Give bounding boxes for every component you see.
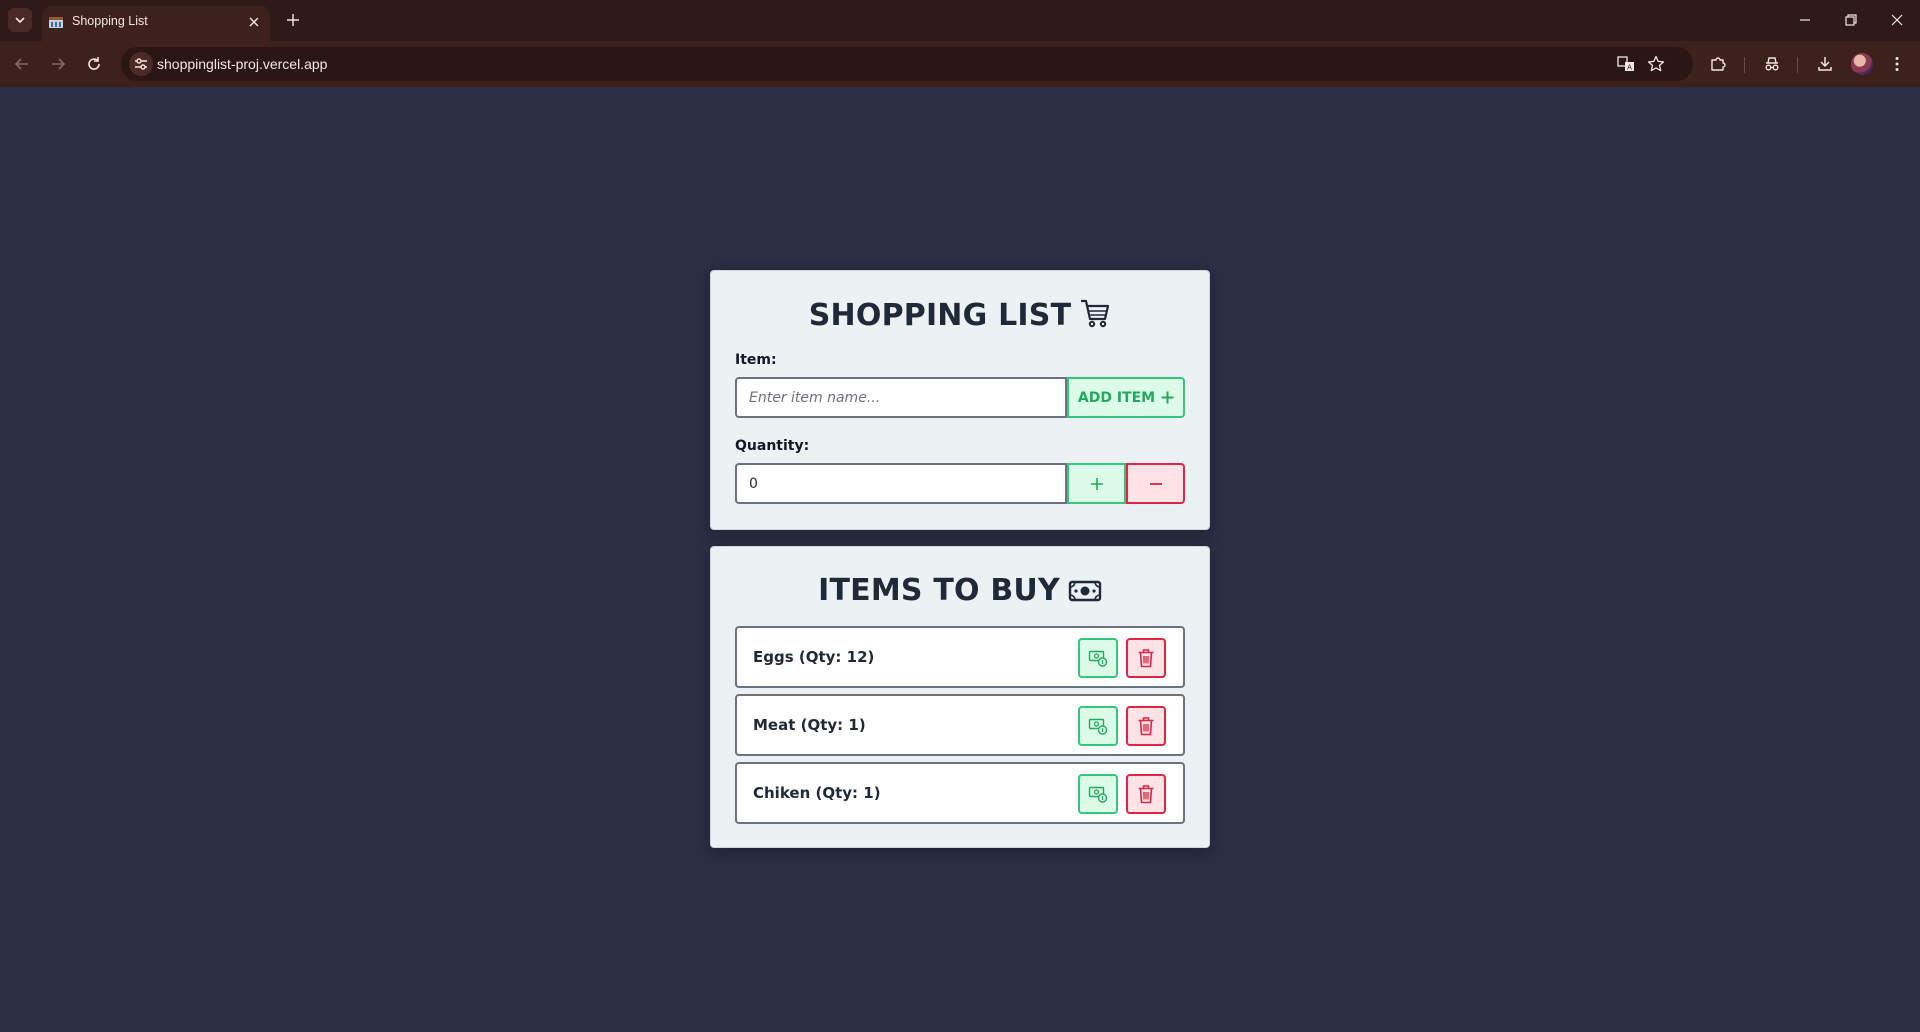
item-name-input[interactable]: [735, 377, 1067, 418]
add-item-label: ADD ITEM: [1077, 389, 1156, 406]
plus-icon: [1090, 477, 1103, 490]
svg-text:A: A: [1627, 64, 1632, 72]
banknote-icon: [1068, 577, 1102, 612]
puzzle-icon: [1711, 57, 1726, 71]
quantity-input[interactable]: [735, 463, 1067, 504]
delete-item-button[interactable]: [1126, 774, 1166, 814]
browser-menu-button[interactable]: [1885, 52, 1909, 76]
delete-item-button[interactable]: [1126, 638, 1166, 678]
quantity-label: Quantity:: [735, 438, 810, 454]
address-bar[interactable]: shoppinglist-proj.vercel.app A: [121, 47, 1693, 81]
items-to-buy-card: ITEMS TO BUY Eggs (Qty: 12) Meat (Qty: 1…: [710, 546, 1210, 848]
list-item: Eggs (Qty: 12): [735, 626, 1185, 688]
minimize-icon: [1800, 19, 1810, 21]
site-info-button[interactable]: [129, 52, 153, 76]
shopping-list-form-card: SHOPPING LIST Item: ADD ITEM Quantity:: [710, 270, 1210, 530]
close-tab-button[interactable]: [244, 12, 264, 32]
money-check-icon: [1088, 650, 1108, 667]
tab-search-button[interactable]: [8, 8, 32, 32]
bookmark-button[interactable]: [1646, 54, 1666, 74]
browser-tab[interactable]: Shopping List: [42, 6, 270, 41]
increase-quantity-button[interactable]: [1067, 463, 1126, 504]
arrow-left-icon: [14, 58, 28, 70]
list-title-heading: ITEMS TO BUY: [711, 573, 1209, 612]
plus-icon: [287, 14, 299, 26]
incognito-icon: [1765, 57, 1779, 71]
tune-icon: [135, 58, 147, 70]
close-window-button[interactable]: [1882, 6, 1912, 34]
profile-avatar[interactable]: [1851, 53, 1873, 75]
extensions-button[interactable]: [1706, 52, 1730, 76]
decrease-quantity-button[interactable]: [1126, 463, 1185, 504]
toolbar-divider: [1744, 57, 1745, 73]
mark-bought-button[interactable]: [1078, 774, 1118, 814]
toolbar-divider: [1797, 57, 1798, 73]
chevron-down-icon: [15, 17, 25, 24]
tab-title: Shopping List: [72, 14, 148, 28]
items-list: Eggs (Qty: 12) Meat (Qty: 1) Chiken (Qty…: [735, 626, 1185, 830]
close-icon: [249, 17, 259, 27]
item-label: Item:: [735, 352, 777, 368]
trash-icon: [1138, 649, 1154, 668]
mark-bought-button[interactable]: [1078, 638, 1118, 678]
new-tab-button[interactable]: [281, 8, 305, 32]
browser-tab-bar: Shopping List: [0, 0, 1920, 41]
money-check-icon: [1088, 786, 1108, 803]
list-title: ITEMS TO BUY: [818, 573, 1060, 608]
reload-icon: [88, 57, 100, 70]
more-vert-icon: [1895, 57, 1899, 71]
restore-button[interactable]: [1836, 6, 1866, 34]
trash-icon: [1138, 785, 1154, 804]
plus-icon: [1161, 391, 1174, 404]
star-icon: [1647, 55, 1665, 72]
shopping-cart-icon: [1079, 297, 1111, 337]
favicon-icon: [49, 17, 63, 28]
close-icon: [1891, 14, 1903, 26]
translate-button[interactable]: A: [1616, 54, 1636, 74]
form-title: SHOPPING LIST: [808, 298, 1072, 333]
forward-button[interactable]: [44, 50, 72, 78]
translate-icon: A: [1617, 56, 1634, 72]
item-label: Chiken (Qty: 1): [753, 784, 881, 802]
list-item: Chiken (Qty: 1): [735, 762, 1185, 824]
downloads-button[interactable]: [1813, 52, 1837, 76]
item-label: Meat (Qty: 1): [753, 716, 866, 734]
arrow-right-icon: [52, 58, 66, 70]
delete-item-button[interactable]: [1126, 706, 1166, 746]
back-button[interactable]: [8, 50, 36, 78]
url-text: shoppinglist-proj.vercel.app: [157, 56, 328, 72]
list-item: Meat (Qty: 1): [735, 694, 1185, 756]
trash-icon: [1138, 717, 1154, 736]
browser-toolbar: shoppinglist-proj.vercel.app A: [0, 41, 1920, 87]
download-icon: [1818, 57, 1832, 71]
reload-button[interactable]: [80, 50, 108, 78]
add-item-button[interactable]: ADD ITEM: [1067, 377, 1185, 418]
restore-icon: [1845, 14, 1857, 26]
incognito-button[interactable]: [1760, 52, 1784, 76]
mark-bought-button[interactable]: [1078, 706, 1118, 746]
minimize-button[interactable]: [1790, 6, 1820, 34]
minus-icon: [1149, 482, 1162, 485]
money-check-icon: [1088, 718, 1108, 735]
form-title-heading: SHOPPING LIST: [711, 297, 1209, 337]
item-label: Eggs (Qty: 12): [753, 648, 875, 666]
